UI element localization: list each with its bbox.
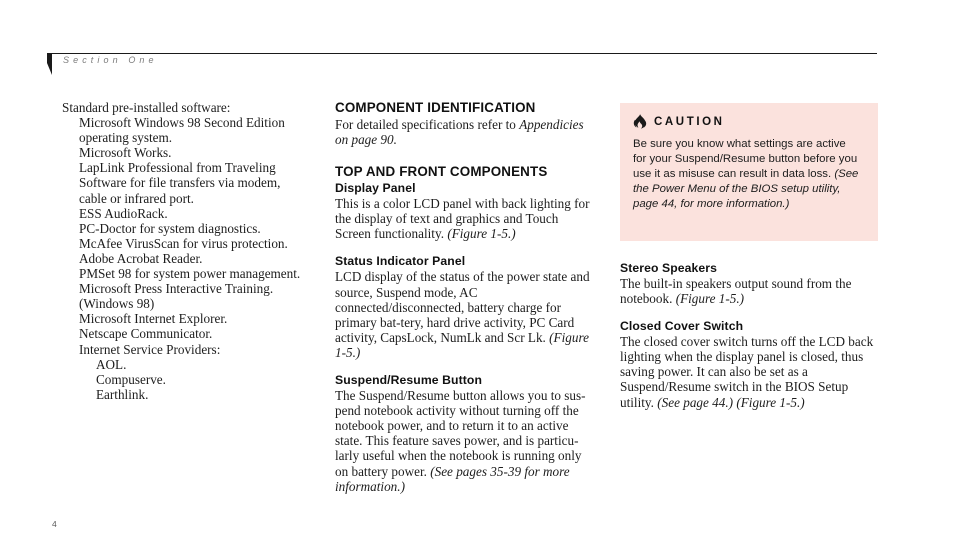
heading-component-identification: COMPONENT IDENTIFICATION bbox=[335, 100, 536, 115]
suspend-resume-button-body: The Suspend/Resume button allows you to … bbox=[335, 388, 590, 494]
list-item: McAfee VirusScan for virus protection. bbox=[79, 235, 288, 251]
list-item: Microsoft Press Interactive Training. bbox=[79, 281, 274, 297]
caution-header: CAUTION bbox=[633, 114, 862, 130]
list-item: operating system. bbox=[79, 130, 173, 146]
list-item: PC-Doctor for system diagnostics. bbox=[79, 220, 261, 236]
body-italic: (Figure 1-5.) bbox=[675, 291, 745, 307]
list-item: Netscape Communicator. bbox=[79, 326, 213, 342]
component-identification-intro: For detailed specifications refer to App… bbox=[335, 117, 590, 147]
subheading-stereo-speakers: Stereo Speakers bbox=[620, 261, 718, 275]
caution-body: Be sure you know what settings are activ… bbox=[633, 137, 862, 212]
list-item: (Windows 98) bbox=[79, 296, 155, 312]
section-flag-icon bbox=[47, 53, 57, 77]
subheading-status-indicator-panel: Status Indicator Panel bbox=[335, 254, 466, 269]
intro-plain: For detailed specifications refer to bbox=[335, 117, 520, 132]
body-italic: (See page 44.) (Figure 1-5.) bbox=[657, 394, 805, 410]
list-item: AOL. bbox=[96, 356, 127, 372]
caution-callout: CAUTION Be sure you know what settings a… bbox=[620, 103, 878, 241]
list-item: Adobe Acrobat Reader. bbox=[79, 250, 203, 266]
list-item: Microsoft Works. bbox=[79, 145, 172, 161]
page-number: 4 bbox=[52, 519, 57, 529]
stereo-speakers-body: The built-in speakers output sound from … bbox=[620, 276, 878, 306]
list-item: LapLink Professional from Traveling bbox=[79, 160, 276, 176]
status-indicator-panel-body: LCD display of the status of the power s… bbox=[335, 269, 590, 360]
list-item: Software for file transfers via modem, bbox=[79, 175, 281, 191]
column-right: Stereo Speakers The built-in speakers ou… bbox=[620, 261, 878, 410]
list-item: Microsoft Internet Explorer. bbox=[79, 311, 228, 327]
software-list-intro: Standard pre-installed software: bbox=[62, 100, 231, 115]
document-page: Section One Standard pre-installed softw… bbox=[0, 0, 954, 557]
list-item: Microsoft Windows 98 Second Edition bbox=[79, 115, 285, 131]
column-middle: COMPONENT IDENTIFICATION For detailed sp… bbox=[335, 100, 590, 494]
flame-icon bbox=[633, 114, 647, 130]
list-item: ESS AudioRack. bbox=[79, 205, 168, 221]
list-item: cable or infrared port. bbox=[79, 190, 194, 206]
list-item: Earthlink. bbox=[96, 386, 149, 402]
column-left: Standard pre-installed software: Microso… bbox=[62, 100, 314, 402]
header-rule bbox=[48, 53, 877, 54]
list-item: PMSet 98 for system power management. bbox=[79, 266, 301, 282]
closed-cover-switch-body: The closed cover switch turns off the LC… bbox=[620, 334, 878, 409]
list-item: Internet Service Providers: bbox=[79, 341, 221, 357]
list-item: Compuserve. bbox=[96, 371, 166, 387]
body-italic: (Figure 1-5.) bbox=[447, 226, 516, 242]
caution-body-plain: Be sure you know what settings are activ… bbox=[633, 138, 858, 181]
page-title: Section One bbox=[63, 55, 158, 65]
display-panel-body: This is a color LCD panel with back ligh… bbox=[335, 196, 590, 241]
heading-top-and-front-components: TOP AND FRONT COMPONENTS bbox=[335, 164, 548, 180]
caution-title: CAUTION bbox=[654, 116, 725, 128]
subheading-suspend-resume-button: Suspend/Resume Button bbox=[335, 373, 483, 388]
subheading-display-panel: Display Panel bbox=[335, 181, 416, 196]
subheading-closed-cover-switch: Closed Cover Switch bbox=[620, 319, 744, 334]
